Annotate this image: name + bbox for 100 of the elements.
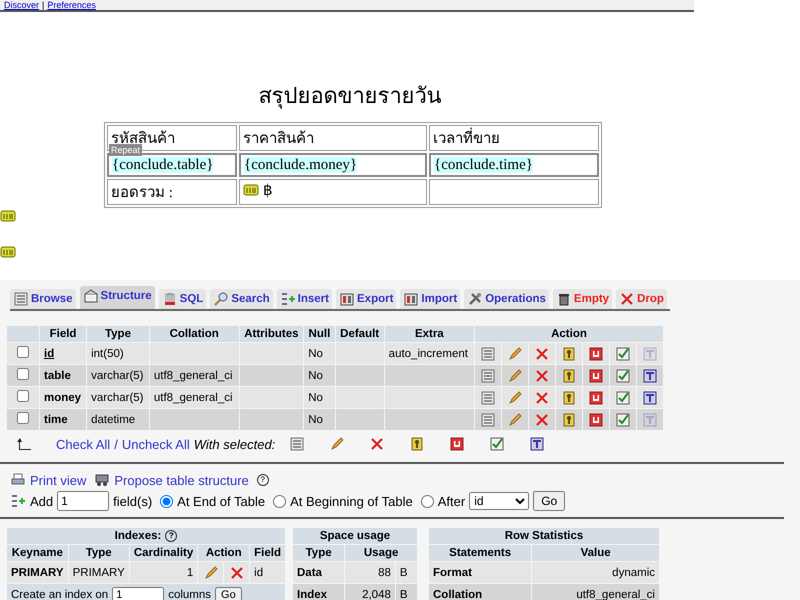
square-icon[interactable] xyxy=(588,412,604,428)
go-button[interactable]: Go xyxy=(215,586,242,600)
radio-label[interactable]: At End of Table xyxy=(177,494,266,508)
help-icon[interactable]: ? xyxy=(256,474,269,486)
unit-label: columns xyxy=(168,588,212,600)
checklist-icon[interactable] xyxy=(615,412,631,428)
cross-icon[interactable] xyxy=(369,436,386,452)
propose-link[interactable]: Propose table structure xyxy=(114,472,249,488)
currency-symbol: ฿ xyxy=(263,182,273,200)
cross-icon[interactable] xyxy=(534,412,550,428)
table-cell xyxy=(336,409,384,430)
pencil-icon[interactable] xyxy=(329,436,346,452)
position-radio[interactable] xyxy=(273,494,286,508)
square-icon[interactable] xyxy=(588,346,604,362)
table-cell: utf8_general_ci xyxy=(532,584,659,600)
print-view-link[interactable]: Print view xyxy=(30,472,86,488)
help-icon[interactable]: ? xyxy=(165,530,178,542)
count-field[interactable]: 1 xyxy=(112,586,164,600)
cross-icon[interactable] xyxy=(228,564,245,580)
tab[interactable]: Structure xyxy=(80,286,155,309)
cross-icon[interactable] xyxy=(534,346,550,362)
check-link[interactable]: Uncheck All xyxy=(122,436,190,452)
table-cell: PRIMARY xyxy=(7,562,68,583)
column-header: Field xyxy=(40,326,86,342)
tab[interactable]: Operations xyxy=(464,289,549,309)
pencil-icon[interactable] xyxy=(507,390,523,406)
position-radio[interactable] xyxy=(420,494,434,508)
list-icon[interactable] xyxy=(480,412,496,428)
table-cell: int(50) xyxy=(87,343,149,364)
table-cell: 2,048 xyxy=(345,584,395,600)
row-checkbox[interactable] xyxy=(17,346,29,358)
create-index-label: Create an index on xyxy=(11,588,108,600)
tab[interactable]: Browse xyxy=(10,289,76,309)
table-cell: ยอดรวม : xyxy=(107,179,237,205)
key-icon[interactable] xyxy=(561,390,577,406)
checklist-icon[interactable] xyxy=(615,368,631,384)
unit-label: field(s) xyxy=(113,494,152,508)
checklist-icon[interactable] xyxy=(615,346,631,362)
column-header: Cardinality xyxy=(130,545,198,561)
key-icon[interactable] xyxy=(561,412,577,428)
box-icon[interactable] xyxy=(642,368,658,384)
table-cell: Data xyxy=(293,562,344,583)
checklist-icon[interactable] xyxy=(489,436,506,452)
table-cell xyxy=(240,365,304,386)
export-icon xyxy=(339,291,355,307)
structure-icon xyxy=(82,288,99,304)
checklist-icon[interactable] xyxy=(615,390,631,406)
tab[interactable]: Search xyxy=(210,289,273,309)
list-icon[interactable] xyxy=(480,368,496,384)
box-icon[interactable] xyxy=(642,390,658,406)
top-link[interactable]: Discover xyxy=(4,0,40,10)
radio-label[interactable]: At Beginning of Table xyxy=(290,494,413,508)
section-title: Indexes: xyxy=(114,530,162,542)
column-header: Action xyxy=(475,326,663,342)
key-icon[interactable] xyxy=(561,368,577,384)
table-cell xyxy=(240,343,304,364)
go-button[interactable]: Go xyxy=(533,491,566,511)
square-icon[interactable] xyxy=(588,390,604,406)
field-name: id xyxy=(40,343,86,364)
column-header: Type xyxy=(68,545,129,561)
table-cell: varchar(5) xyxy=(87,387,149,408)
position-radio[interactable] xyxy=(160,494,174,508)
cross-icon[interactable] xyxy=(534,390,550,406)
template-field: {conclude.money} xyxy=(244,156,358,172)
check-link[interactable]: Check All xyxy=(56,436,110,452)
count-field[interactable]: 1 xyxy=(57,491,110,511)
tab[interactable]: Export xyxy=(336,289,396,309)
tab[interactable]: Insert xyxy=(276,289,332,309)
square-icon[interactable] xyxy=(449,436,466,452)
cross-icon xyxy=(619,291,636,307)
tab[interactable]: Import xyxy=(400,289,460,309)
top-link[interactable]: Preferences xyxy=(47,0,96,10)
table-cell: 1 xyxy=(130,562,198,583)
table-cell: id xyxy=(250,562,285,583)
table-cell: No xyxy=(304,365,335,386)
square-icon[interactable] xyxy=(588,368,604,384)
table-cell: No xyxy=(304,409,335,430)
template-field: {conclude.time} xyxy=(434,156,533,172)
table-cell: dynamic xyxy=(532,562,659,583)
list-icon[interactable] xyxy=(480,346,496,362)
list-icon[interactable] xyxy=(289,436,306,452)
pencil-icon[interactable] xyxy=(202,564,219,580)
tab[interactable]: SQL xyxy=(158,289,206,309)
key-icon[interactable] xyxy=(561,346,577,362)
search-icon xyxy=(213,291,230,307)
radio-label[interactable]: After xyxy=(438,494,466,508)
pencil-icon[interactable] xyxy=(507,412,523,428)
table-icon xyxy=(13,291,29,307)
list-icon[interactable] xyxy=(480,390,496,406)
cross-icon[interactable] xyxy=(534,368,550,384)
field-select[interactable]: id xyxy=(469,492,530,510)
row-checkbox[interactable] xyxy=(17,368,29,380)
key-icon[interactable] xyxy=(409,436,426,452)
box-icon[interactable] xyxy=(529,436,546,452)
field-name: table xyxy=(40,365,86,386)
row-checkbox[interactable] xyxy=(17,412,29,424)
pencil-icon[interactable] xyxy=(507,368,523,384)
row-checkbox[interactable] xyxy=(17,390,29,402)
template-field: {conclude.table} xyxy=(112,156,214,172)
pencil-icon[interactable] xyxy=(507,346,523,362)
